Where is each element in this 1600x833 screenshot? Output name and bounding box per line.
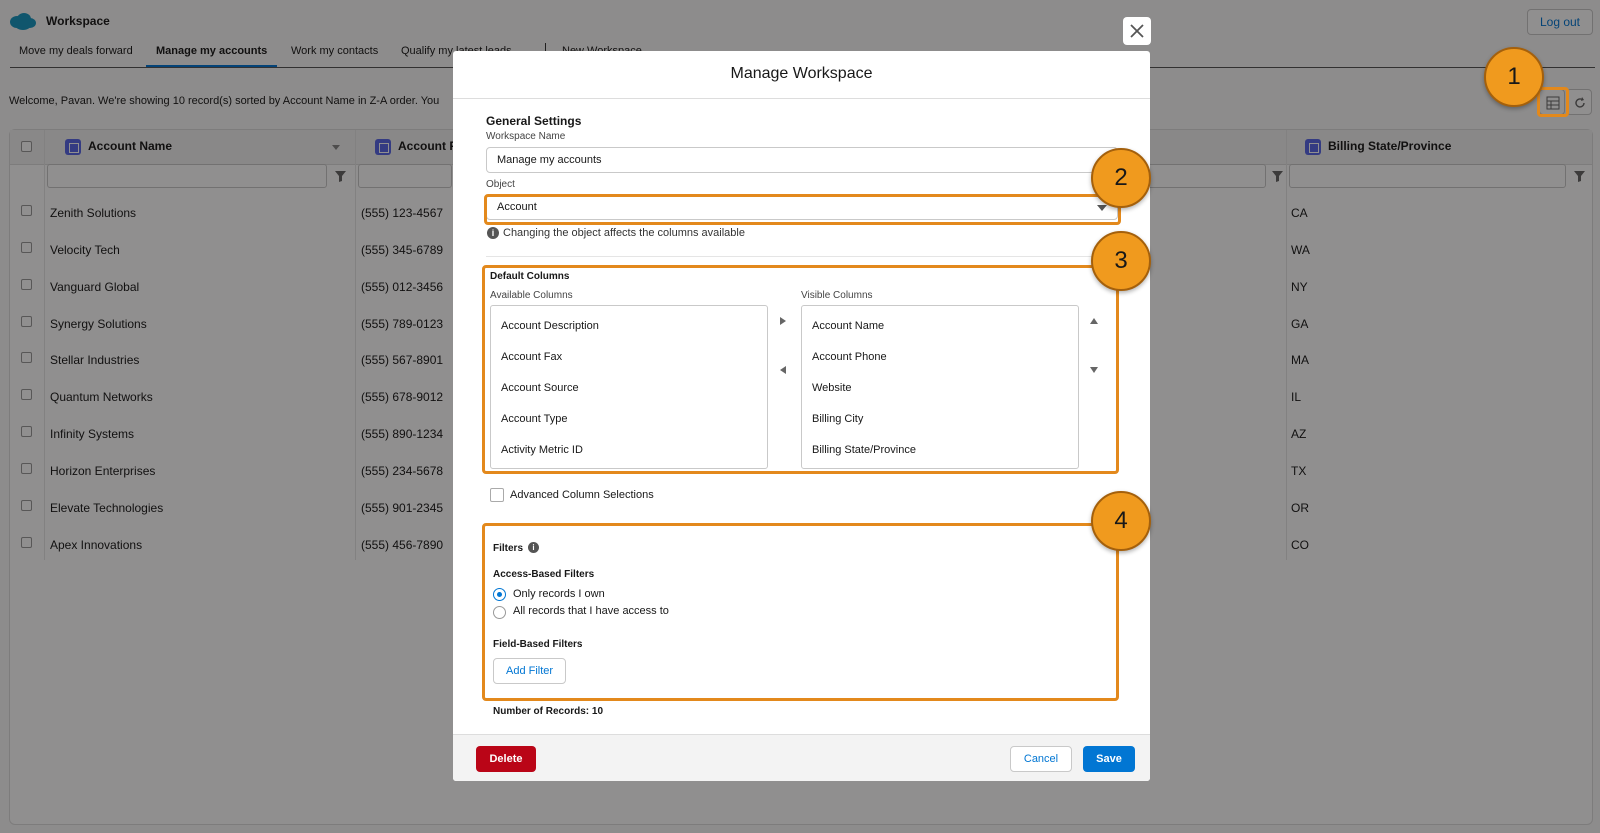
object-help-text: Changing the object affects the columns …: [503, 227, 745, 239]
callout-number: 4: [1091, 491, 1151, 551]
delete-button[interactable]: Delete: [476, 746, 536, 772]
workspace-name-input[interactable]: [486, 147, 1118, 173]
cancel-button[interactable]: Cancel: [1010, 746, 1072, 772]
advanced-columns-checkbox[interactable]: [490, 488, 504, 502]
close-icon: [1130, 24, 1144, 38]
highlight-manage-button: [1537, 87, 1569, 117]
highlight-filters: [482, 523, 1119, 701]
object-label: Object: [486, 179, 515, 190]
highlight-object-select: [484, 194, 1121, 225]
highlight-default-columns: [482, 265, 1119, 474]
modal-title: Manage Workspace: [730, 65, 873, 82]
advanced-columns-label[interactable]: Advanced Column Selections: [510, 489, 654, 501]
callout-number: 1: [1484, 47, 1544, 107]
callout-number: 2: [1091, 148, 1151, 208]
section-divider: [486, 256, 1118, 257]
callout-number: 3: [1091, 231, 1151, 291]
close-modal-button[interactable]: [1123, 17, 1151, 45]
records-count: Number of Records: 10: [493, 706, 604, 717]
general-settings-heading: General Settings: [486, 114, 582, 128]
save-button[interactable]: Save: [1083, 746, 1135, 772]
workspace-name-label: Workspace Name: [486, 131, 566, 142]
info-icon: i: [487, 227, 499, 239]
modal-header: Manage Workspace: [453, 51, 1150, 99]
modal-footer: Delete Cancel Save: [453, 734, 1150, 781]
